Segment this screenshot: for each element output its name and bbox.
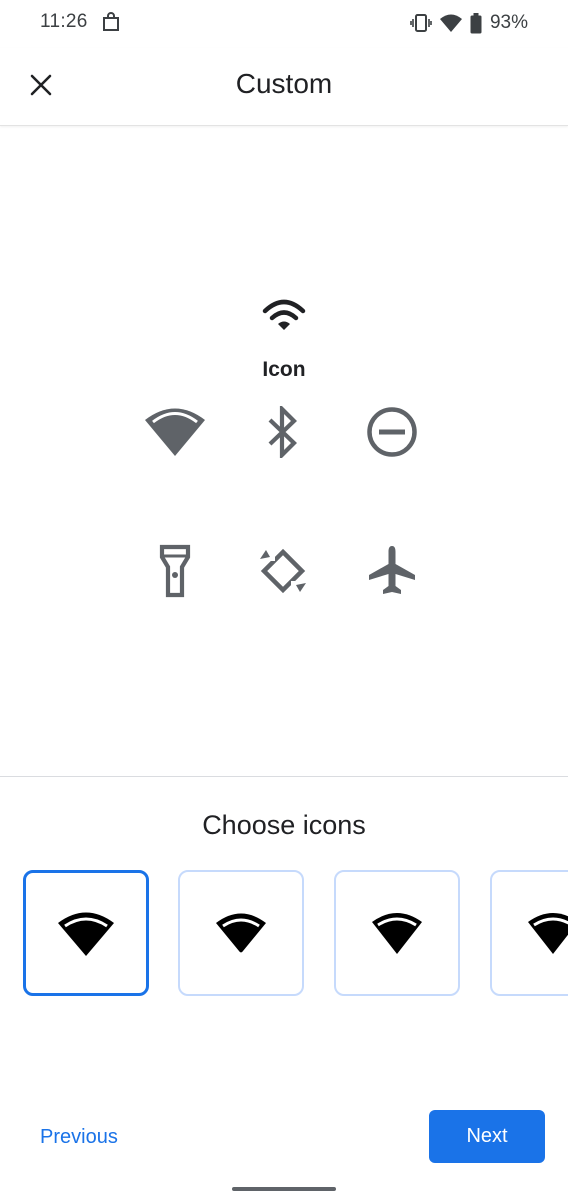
status-icons: 93% — [410, 11, 528, 35]
wifi-style-4-icon — [528, 913, 568, 954]
bluetooth-tile[interactable] — [251, 400, 315, 464]
wifi-signal-icon — [439, 14, 462, 32]
flashlight-tile[interactable] — [143, 539, 207, 603]
do-not-disturb-icon — [367, 407, 417, 457]
status-bar: 11:26 93% — [0, 0, 568, 48]
icon-option-2[interactable] — [178, 870, 304, 996]
wifi-icon — [145, 408, 205, 456]
vibrate-icon — [410, 14, 432, 32]
shopping-bag-icon — [103, 12, 119, 31]
battery-icon — [470, 12, 482, 33]
previous-button[interactable]: Previous — [30, 1114, 128, 1160]
do-not-disturb-tile[interactable] — [360, 400, 424, 464]
flashlight-icon — [159, 544, 191, 598]
wifi-tile[interactable] — [143, 400, 207, 464]
status-time: 11:26 — [40, 11, 88, 32]
next-button[interactable]: Next — [429, 1110, 545, 1163]
airplane-mode-tile[interactable] — [360, 539, 424, 603]
app-bar: Custom — [0, 48, 568, 126]
wifi-style-3-icon — [372, 913, 422, 954]
wifi-style-1-icon — [58, 912, 114, 956]
navigation-handle[interactable] — [232, 1187, 336, 1191]
icon-option-3[interactable] — [334, 870, 460, 996]
bluetooth-icon — [268, 406, 298, 458]
screen: 11:26 93% Custom Icon Choose icons Previ… — [0, 0, 568, 1200]
icon-option-1[interactable] — [23, 870, 149, 996]
preview-wifi-icon — [262, 299, 306, 330]
icon-option-4[interactable] — [490, 870, 568, 996]
section-divider — [0, 776, 568, 777]
wifi-style-2-icon — [216, 913, 266, 953]
auto-rotate-icon — [260, 548, 306, 594]
battery-percentage: 93% — [489, 12, 528, 33]
page-title: Custom — [235, 68, 333, 99]
auto-rotate-tile[interactable] — [251, 539, 315, 603]
preview-label: Icon — [262, 358, 306, 381]
airplane-mode-icon — [369, 546, 415, 594]
choose-icons-title: Choose icons — [202, 810, 366, 840]
